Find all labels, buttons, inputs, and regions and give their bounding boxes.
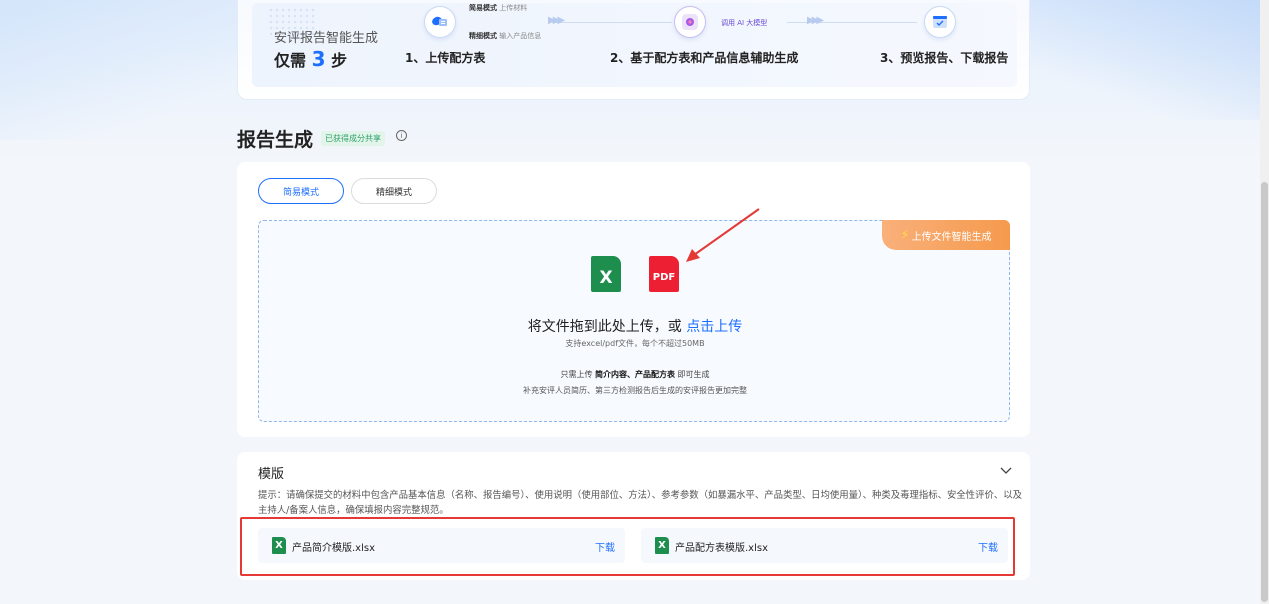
simple-mode-desc: 上传材料 (499, 4, 528, 12)
steps-inner: 安评报告智能生成 仅需 3 步 简易模式 上传材料 精细模式 输入产品信息 1、… (252, 3, 1017, 87)
simple-mode-line: 简易模式 上传材料 (469, 3, 527, 13)
required-note-bold: 简介内容、产品配方表 (595, 370, 675, 379)
template-file-name: 产品配方表模版.xlsx (675, 543, 769, 554)
steps-subtitle: 仅需 3 步 (274, 47, 347, 71)
chevrons-icon: ▶▶▶ (548, 15, 565, 26)
file-format-hint: 支持excel/pdf文件，每个不超过50MB (565, 339, 705, 348)
steps-count: 3 (311, 47, 326, 71)
ai-model-text: 调用 AI 大模型 (721, 19, 768, 27)
upload-step-icon (424, 6, 456, 38)
required-files-note: 只需上传 简介内容、产品配方表 即可生成 (259, 369, 1011, 380)
download-link[interactable]: 下载 (595, 539, 615, 554)
excel-file-icon: X (655, 537, 669, 554)
info-icon[interactable]: i (396, 130, 407, 141)
template-file-item: X 产品简介模版.xlsx 下载 (258, 528, 625, 563)
fine-mode-name: 精细模式 (469, 32, 497, 40)
preview-download-icon (924, 6, 956, 38)
click-upload-link[interactable]: 点击上传 (686, 319, 742, 335)
simple-mode-name: 简易模式 (469, 4, 497, 12)
excel-file-icon: X (591, 256, 621, 292)
pdf-file-icon: PDF (649, 256, 679, 292)
scrollbar-thumb[interactable] (1261, 182, 1268, 602)
step2-label: 2、基于配方表和产品信息辅助生成 (610, 51, 799, 65)
smart-generate-text: 上传文件智能生成 (911, 231, 992, 243)
steps-title: 安评报告智能生成 (274, 31, 379, 46)
chevrons-icon-2: ▶▶▶ (807, 15, 824, 26)
step1-label: 1、上传配方表 (405, 51, 486, 65)
drop-instruction: 将文件拖到此处上传，或 点击上传 (259, 316, 1011, 336)
required-note-prefix: 只需上传 (560, 370, 593, 379)
template-file-name: 产品简介模版.xlsx (292, 543, 376, 554)
steps-subtitle-suffix: 步 (331, 51, 348, 70)
step-connector-1 (552, 22, 672, 23)
steps-banner: 安评报告智能生成 仅需 3 步 简易模式 上传材料 精细模式 输入产品信息 1、… (237, 0, 1030, 100)
upload-card: 简易模式 精细模式 ⚡ 上传文件智能生成 X PDF 将文件拖到此处上传，或 点… (237, 162, 1030, 437)
file-dropzone[interactable]: ⚡ 上传文件智能生成 X PDF 将文件拖到此处上传，或 点击上传 支持exce… (258, 220, 1010, 422)
template-title: 模版 (258, 467, 285, 482)
steps-subtitle-prefix: 仅需 (274, 51, 307, 70)
chevron-down-icon[interactable] (1000, 464, 1012, 478)
scrollbar-track[interactable] (1260, 0, 1269, 604)
download-link[interactable]: 下载 (978, 539, 998, 554)
lightning-icon: ⚡ (900, 227, 910, 243)
template-card: 模版 提示：请确保提交的材料中包含产品基本信息（名称、报告编号）、使用说明（使用… (237, 452, 1030, 580)
background-glow-right (989, 0, 1269, 120)
fine-mode-button[interactable]: 精细模式 (351, 178, 437, 204)
page-title: 报告生成 (237, 129, 314, 151)
ai-model-icon (674, 6, 706, 38)
excel-file-icon: X (272, 537, 286, 554)
drop-instruction-text: 将文件拖到此处上传，或 (527, 319, 682, 335)
optional-files-note: 补充安评人员简历、第三方检测报告后生成的安评报告更加完整 (523, 386, 747, 395)
fine-mode-desc: 输入产品信息 (499, 32, 542, 40)
template-hint: 提示：请确保提交的材料中包含产品基本信息（名称、报告编号）、使用说明（使用部位、… (258, 490, 1023, 516)
simple-mode-button[interactable]: 简易模式 (258, 178, 344, 204)
status-badge: 已获得成分共享 (321, 131, 385, 146)
required-note-suffix: 即可生成 (677, 370, 710, 379)
step3-label: 3、预览报告、下载报告 (880, 51, 1009, 65)
template-file-item: X 产品配方表模版.xlsx 下载 (641, 528, 1008, 563)
fine-mode-line: 精细模式 输入产品信息 (469, 31, 541, 41)
smart-generate-tag: ⚡ 上传文件智能生成 (882, 220, 1010, 250)
